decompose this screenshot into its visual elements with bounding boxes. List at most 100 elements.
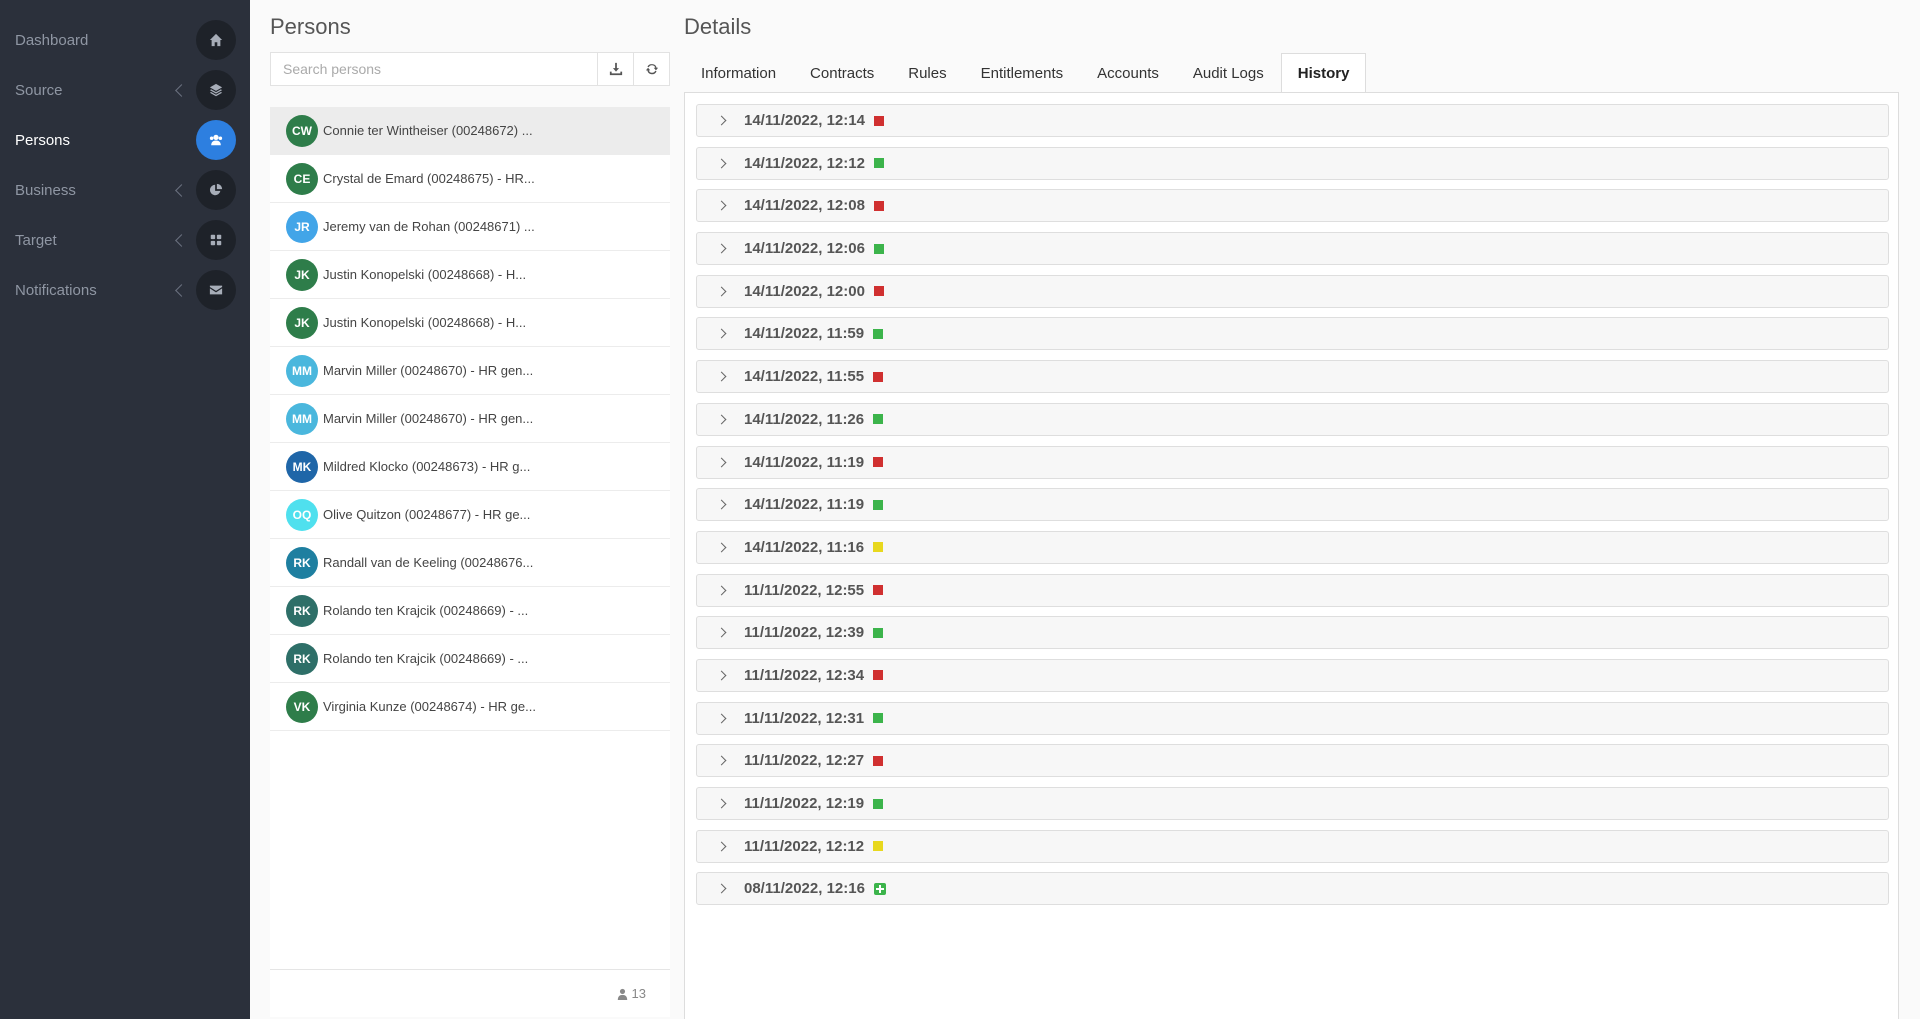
pie-chart-icon xyxy=(196,170,236,210)
status-indicator-red xyxy=(873,755,884,766)
history-item[interactable]: 14/11/2022, 12:00 xyxy=(696,274,1889,308)
chevron-right-icon xyxy=(716,585,727,596)
history-item[interactable]: 14/11/2022, 12:08 xyxy=(696,189,1889,223)
chevron-right-icon xyxy=(716,371,727,382)
history-item[interactable]: 11/11/2022, 12:39 xyxy=(696,616,1889,650)
history-item[interactable]: 14/11/2022, 11:19 xyxy=(696,488,1889,522)
tab-information[interactable]: Information xyxy=(684,53,793,93)
person-row[interactable]: JK Justin Konopelski (00248668) - H... xyxy=(270,251,670,299)
details-tabs: Information Contracts Rules Entitlements… xyxy=(684,53,1367,93)
person-row[interactable]: JR Jeremy van de Rohan (00248671) ... xyxy=(270,203,670,251)
tab-entitlements[interactable]: Entitlements xyxy=(964,53,1081,93)
avatar: CW xyxy=(286,114,318,147)
chevron-right-icon xyxy=(716,627,727,638)
history-item[interactable]: 08/11/2022, 12:16 xyxy=(696,872,1889,906)
person-row[interactable]: MM Marvin Miller (00248670) - HR gen... xyxy=(270,347,670,395)
history-item[interactable]: 14/11/2022, 12:12 xyxy=(696,146,1889,180)
history-item[interactable]: 14/11/2022, 11:19 xyxy=(696,445,1889,479)
history-item[interactable]: 11/11/2022, 12:27 xyxy=(696,744,1889,778)
nav-item-dashboard[interactable]: Dashboard xyxy=(0,15,250,65)
avatar: VK xyxy=(286,690,318,723)
chevron-right-icon xyxy=(716,158,727,169)
chevron-right-icon xyxy=(716,841,727,852)
history-date: 14/11/2022, 11:19 xyxy=(744,453,865,471)
history-date: 11/11/2022, 12:31 xyxy=(744,709,865,727)
person-row[interactable]: RK Rolando ten Krajcik (00248669) - ... xyxy=(270,635,670,683)
status-indicator-red xyxy=(873,585,884,596)
chevron-right-icon xyxy=(716,798,727,809)
chevron-right-icon xyxy=(716,115,727,126)
history-list: 14/11/2022, 12:14 14/11/2022, 12:12 14/11/… xyxy=(696,104,1889,915)
history-date: 08/11/2022, 12:16 xyxy=(744,880,865,898)
details-body: 14/11/2022, 12:14 14/11/2022, 12:12 14/11/… xyxy=(684,92,1899,1019)
chevron-right-icon xyxy=(716,414,727,425)
status-indicator-green xyxy=(873,158,884,169)
chevron-left-icon xyxy=(175,83,188,97)
nav-label: Target xyxy=(15,231,57,249)
history-item[interactable]: 14/11/2022, 11:26 xyxy=(696,402,1889,436)
person-row[interactable]: JK Justin Konopelski (00248668) - H... xyxy=(270,299,670,347)
users-icon xyxy=(196,120,236,160)
nav-label: Persons xyxy=(15,131,71,149)
person-row[interactable]: VK Virginia Kunze (00248674) - HR ge... xyxy=(270,683,670,731)
status-indicator-green xyxy=(873,328,884,339)
history-date: 14/11/2022, 11:55 xyxy=(744,368,865,386)
nav-label: Dashboard xyxy=(15,31,89,49)
person-row[interactable]: CW Connie ter Wintheiser (00248672) ... xyxy=(270,107,670,155)
history-date: 14/11/2022, 12:06 xyxy=(744,240,865,258)
person-row[interactable]: RK Randall van de Keeling (00248676... xyxy=(270,539,670,587)
history-item[interactable]: 11/11/2022, 12:31 xyxy=(696,701,1889,735)
tab-rules[interactable]: Rules xyxy=(891,53,963,93)
history-item[interactable]: 14/11/2022, 11:16 xyxy=(696,530,1889,564)
nav-item-target[interactable]: Target xyxy=(0,215,250,265)
chevron-right-icon xyxy=(716,328,727,339)
history-item[interactable]: 14/11/2022, 11:55 xyxy=(696,360,1889,394)
history-date: 14/11/2022, 11:59 xyxy=(744,325,865,343)
person-row[interactable]: MM Marvin Miller (00248670) - HR gen... xyxy=(270,395,670,443)
person-count: 13 xyxy=(270,969,670,1017)
history-date: 11/11/2022, 12:34 xyxy=(744,666,865,684)
person-name: Rolando ten Krajcik (00248669) - ... xyxy=(323,603,529,618)
person-name: Rolando ten Krajcik (00248669) - ... xyxy=(323,651,529,666)
download-button[interactable] xyxy=(597,53,633,85)
chevron-left-icon xyxy=(175,283,188,297)
nav-item-source[interactable]: Source xyxy=(0,65,250,115)
person-name: Virginia Kunze (00248674) - HR ge... xyxy=(323,699,536,714)
chevron-right-icon xyxy=(716,200,727,211)
history-item[interactable]: 14/11/2022, 11:59 xyxy=(696,317,1889,351)
history-date: 14/11/2022, 11:26 xyxy=(744,410,865,428)
history-item[interactable]: 14/11/2022, 12:14 xyxy=(696,104,1889,137)
refresh-button[interactable] xyxy=(633,53,669,85)
person-row[interactable]: CE Crystal de Emard (00248675) - HR... xyxy=(270,155,670,203)
status-indicator-red xyxy=(873,200,884,211)
history-item[interactable]: 11/11/2022, 12:55 xyxy=(696,573,1889,607)
person-name: Olive Quitzon (00248677) - HR ge... xyxy=(323,507,531,522)
history-item[interactable]: 14/11/2022, 12:06 xyxy=(696,232,1889,266)
plus-square-icon xyxy=(873,882,886,895)
person-name: Connie ter Wintheiser (00248672) ... xyxy=(323,123,533,138)
search-input[interactable] xyxy=(271,53,597,85)
person-row[interactable]: RK Rolando ten Krajcik (00248669) - ... xyxy=(270,587,670,635)
chevron-right-icon xyxy=(716,457,727,467)
person-count-value: 13 xyxy=(631,986,646,1001)
tab-history[interactable]: History xyxy=(1280,53,1367,93)
avatar: MM xyxy=(286,354,318,387)
nav-item-notifications[interactable]: Notifications xyxy=(0,265,250,315)
history-item[interactable]: 11/11/2022, 12:19 xyxy=(696,787,1889,820)
status-indicator-red xyxy=(873,286,884,297)
chevron-right-icon xyxy=(716,542,727,553)
nav-item-persons[interactable]: Persons xyxy=(0,115,250,165)
tab-audit-logs[interactable]: Audit Logs xyxy=(1176,53,1281,93)
history-date: 14/11/2022, 11:19 xyxy=(744,496,865,514)
avatar: RK xyxy=(286,546,318,579)
status-indicator-green xyxy=(873,414,884,425)
nav-item-business[interactable]: Business xyxy=(0,165,250,215)
history-item[interactable]: 11/11/2022, 12:12 xyxy=(696,829,1889,863)
person-row[interactable]: MK Mildred Klocko (00248673) - HR g... xyxy=(270,443,670,491)
tab-accounts[interactable]: Accounts xyxy=(1080,53,1176,93)
tab-contracts[interactable]: Contracts xyxy=(793,53,891,93)
person-row[interactable]: OQ Olive Quitzon (00248677) - HR ge... xyxy=(270,491,670,539)
status-indicator-red xyxy=(873,670,884,681)
history-item[interactable]: 11/11/2022, 12:34 xyxy=(696,658,1889,692)
chevron-right-icon xyxy=(716,243,727,254)
